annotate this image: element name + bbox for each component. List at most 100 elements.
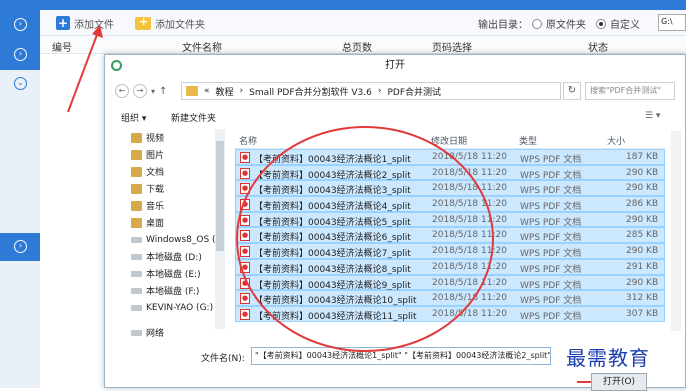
output-path-input[interactable]: G:\ [658, 14, 686, 31]
up-icon[interactable]: ↑ [159, 86, 167, 97]
tree-item-drive-c[interactable]: Windows8_OS (C [115, 231, 227, 248]
tree-item-documents[interactable]: 文档 [115, 163, 227, 180]
tree-item-drive-g[interactable]: KEVIN-YAO (G:) [115, 299, 227, 316]
drive-icon [131, 304, 142, 311]
file-size: 290 KB [626, 183, 659, 194]
tree-scrollbar[interactable] [215, 129, 225, 329]
tree-label: 桌面 [146, 219, 165, 229]
open-button[interactable]: 打开(O) [591, 373, 647, 391]
left-rail: › › ⌄ › [0, 0, 40, 388]
view-options-icon[interactable]: ☰ ▾ [645, 111, 660, 121]
file-list-scrollbar[interactable] [671, 131, 681, 331]
history-dropdown-icon[interactable]: ▾ [151, 87, 155, 96]
folder-icon [131, 132, 142, 143]
tree-item-music[interactable]: 音乐 [115, 197, 227, 214]
file-size: 291 KB [626, 261, 659, 272]
tree-item-drive-e[interactable]: 本地磁盘 (E:) [115, 265, 227, 282]
search-input[interactable]: 搜索"PDF合并测试" [585, 82, 675, 100]
breadcrumb-more[interactable]: « [204, 86, 210, 96]
file-size: 290 KB [626, 277, 659, 288]
file-type: WPS PDF 文档 [520, 217, 582, 228]
folder-icon [131, 149, 142, 160]
nav-tree: 视频 图片 文档 下载 音乐 桌面 Windows8_OS (C 本地磁盘 (D… [115, 129, 227, 339]
file-type: WPS PDF 文档 [520, 311, 582, 322]
breadcrumb-sep: › [239, 86, 244, 96]
breadcrumb[interactable]: « 教程 › Small PDF合并分割软件 V3.6 › PDF合并测试 [181, 82, 561, 100]
file-type: WPS PDF 文档 [520, 280, 582, 291]
output-dir-label: 输出目录： [478, 20, 528, 31]
breadcrumb-item[interactable]: Small PDF合并分割软件 V3.6 [249, 85, 372, 98]
file-type: WPS PDF 文档 [520, 202, 582, 213]
add-folder-label: 添加文件夹 [155, 19, 205, 31]
drive-icon [131, 270, 142, 277]
breadcrumb-item[interactable]: PDF合并测试 [387, 85, 441, 98]
filename-input[interactable]: "【考前资料】00043经济法概论1_split" "【考前资料】00043经济… [251, 347, 551, 365]
scroll-thumb[interactable] [216, 141, 224, 251]
file-size: 290 KB [626, 214, 659, 225]
output-dir: 输出目录： 原文件夹 自定义 [478, 16, 640, 31]
file-table-header: 编号 文件名称 总页数 页码选择 状态 [40, 36, 686, 54]
radio-source-label: 原文件夹 [546, 20, 586, 31]
drive-icon [131, 253, 142, 260]
col-status: 状态 [588, 43, 608, 54]
rail-toggle-icon[interactable]: › [14, 48, 27, 61]
tree-item-drive-f[interactable]: 本地磁盘 (F:) [115, 282, 227, 299]
tree-item-pictures[interactable]: 图片 [115, 146, 227, 163]
file-type: WPS PDF 文档 [520, 296, 582, 307]
toolbar: + 添加文件 添加文件夹 输出目录： 原文件夹 自定义 G:\ [40, 10, 686, 36]
annotation-ellipse [236, 126, 494, 352]
folder-icon [186, 86, 198, 96]
file-size: 187 KB [626, 152, 659, 162]
tree-item-videos[interactable]: 视频 [115, 129, 227, 146]
radio-source[interactable] [532, 18, 542, 29]
col-size[interactable]: 大小 [607, 134, 625, 147]
col-type[interactable]: 类型 [519, 134, 537, 147]
back-icon[interactable]: ← [115, 84, 129, 98]
radio-custom[interactable] [596, 18, 606, 29]
tree-label: 本地磁盘 (E:) [146, 270, 201, 280]
tree-label: Windows8_OS (C [146, 234, 222, 245]
tree-item-network[interactable]: 网络 [115, 324, 227, 341]
col-pages: 总页数 [342, 43, 372, 54]
organize-button[interactable]: 组织 ▾ [121, 111, 146, 124]
file-type: WPS PDF 文档 [520, 155, 582, 165]
rail-toggle-icon[interactable]: › [14, 240, 27, 253]
file-size: 286 KB [626, 199, 659, 210]
file-size: 285 KB [626, 230, 659, 241]
pdf-icon: ● [240, 308, 250, 320]
annotation-arrow [67, 25, 103, 113]
tree-item-downloads[interactable]: 下载 [115, 180, 227, 197]
tree-item-desktop[interactable]: 桌面 [115, 214, 227, 231]
tree-label: 图片 [146, 151, 165, 161]
command-bar: 组织 ▾ 新建文件夹 ☰ ▾ [105, 107, 685, 127]
filename-label: 文件名(N): [201, 354, 245, 364]
col-filename: 文件名称 [182, 43, 222, 54]
folder-icon [131, 200, 142, 211]
refresh-icon[interactable]: ↻ [563, 82, 581, 100]
add-folder-button[interactable]: 添加文件夹 [135, 15, 205, 31]
new-folder-button[interactable]: 新建文件夹 [171, 111, 216, 124]
title-bar [40, 0, 686, 10]
rail-toggle-icon[interactable]: ⌄ [14, 77, 27, 90]
pdf-icon: ● [240, 152, 250, 163]
col-page-select: 页码选择 [432, 43, 472, 54]
col-name[interactable]: 名称 [239, 134, 257, 147]
dialog-titlebar: 打开 [105, 55, 685, 77]
breadcrumb-item[interactable]: 教程 [216, 85, 234, 98]
watermark: 最需教育 [566, 346, 650, 370]
file-type: WPS PDF 文档 [520, 264, 582, 275]
tree-label: 音乐 [146, 202, 165, 212]
app-icon [111, 60, 122, 71]
tree-label: 本地磁盘 (F:) [146, 287, 200, 297]
file-size: 290 KB [626, 246, 659, 257]
pdf-icon: ● [240, 167, 250, 179]
folder-icon [131, 166, 142, 177]
forward-icon[interactable]: → [133, 84, 147, 98]
file-size: 307 KB [626, 308, 659, 319]
file-size: 312 KB [626, 293, 659, 304]
file-size: 290 KB [626, 167, 659, 178]
file-type: WPS PDF 文档 [520, 170, 582, 181]
tree-item-drive-d[interactable]: 本地磁盘 (D:) [115, 248, 227, 265]
rail-toggle-icon[interactable]: › [14, 18, 27, 31]
tree-label: 文档 [146, 168, 165, 178]
